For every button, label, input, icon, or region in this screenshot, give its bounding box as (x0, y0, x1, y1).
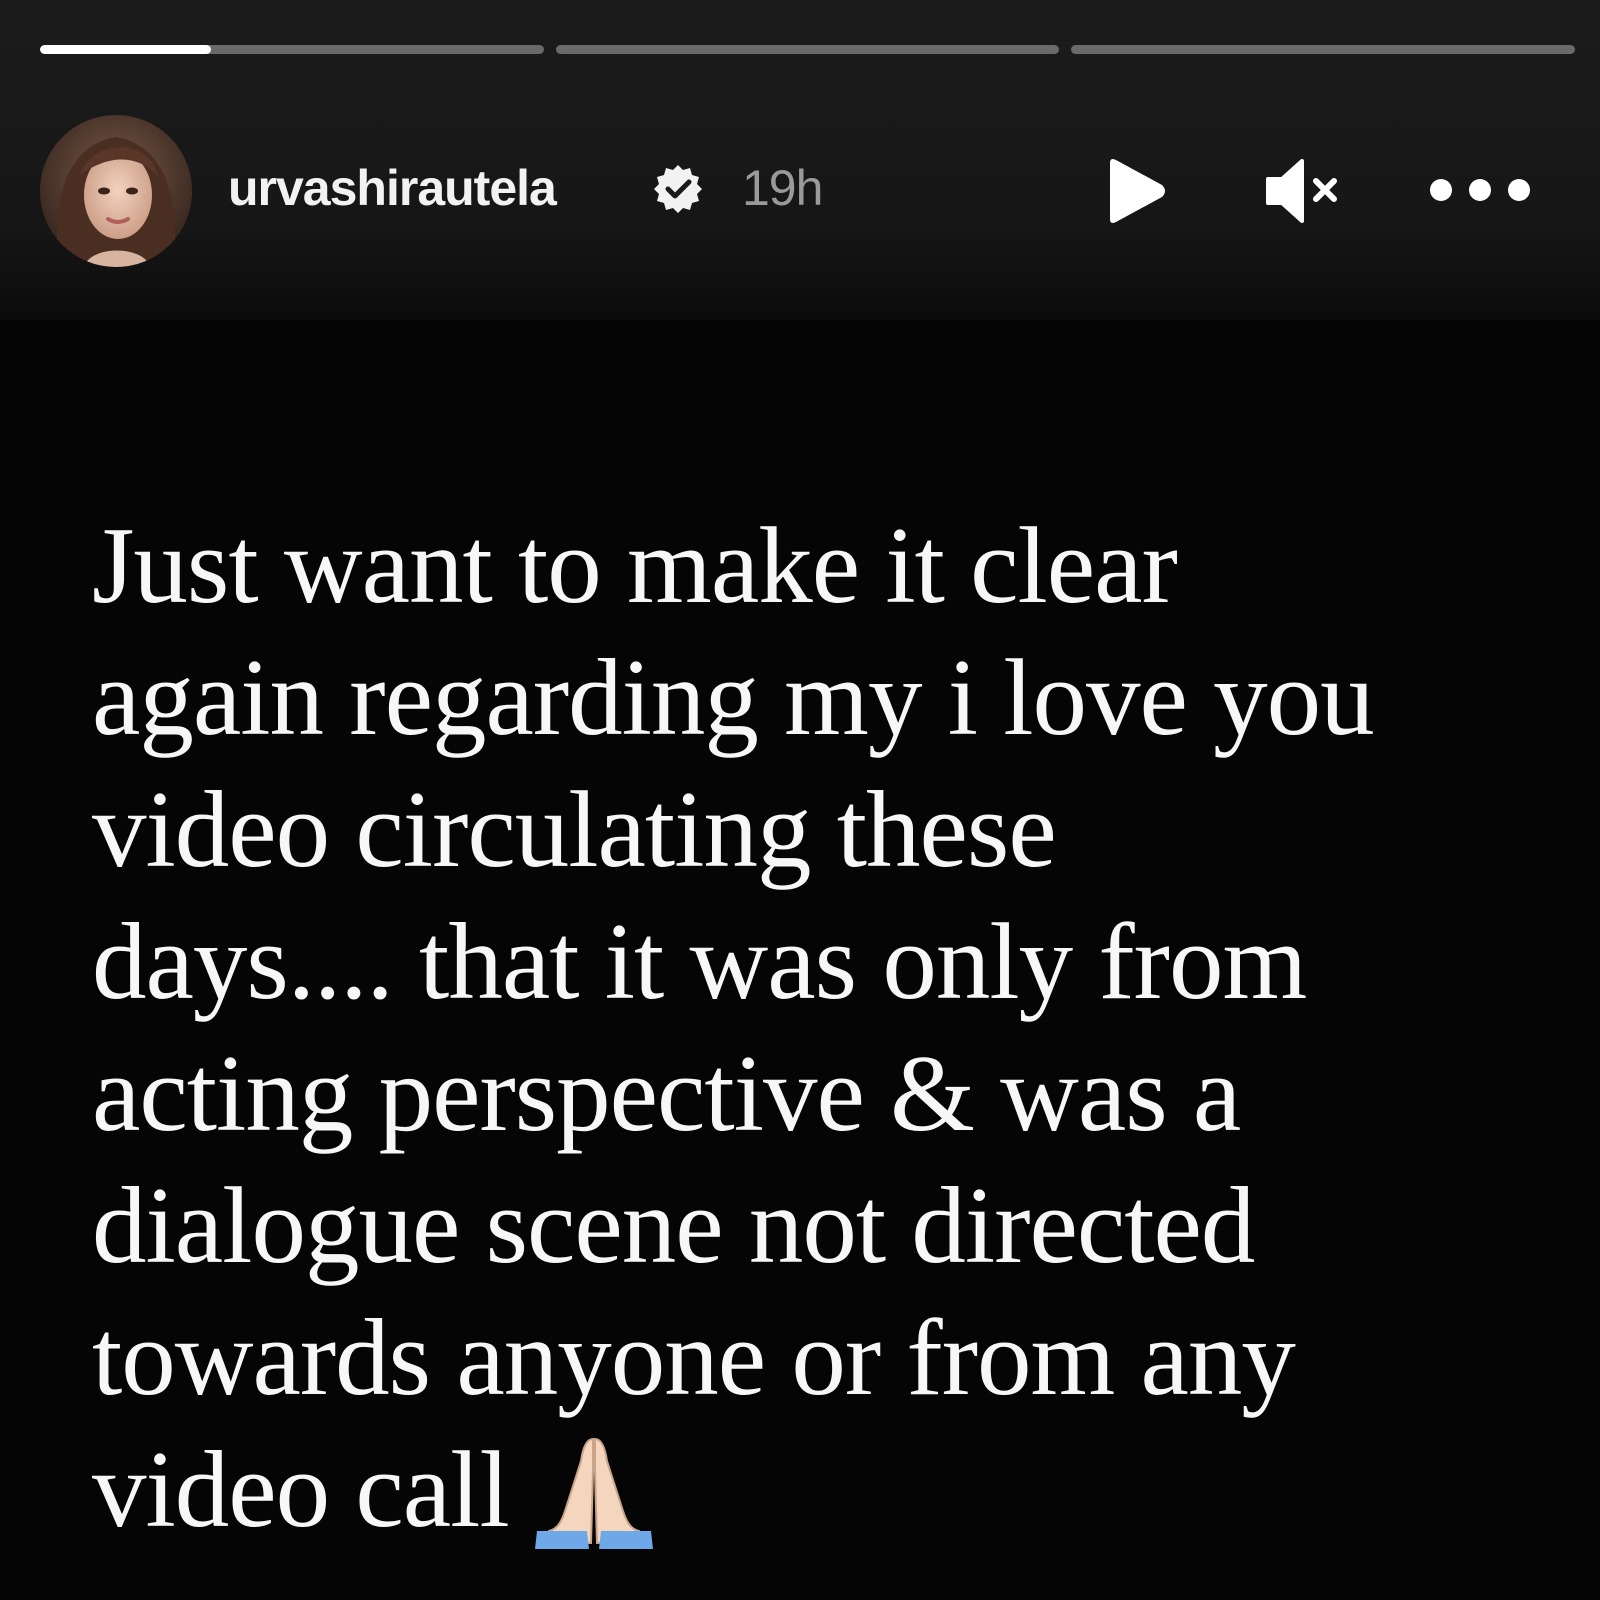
story-progress-bar (40, 45, 1576, 55)
more-options-icon (1430, 179, 1530, 201)
avatar-image (40, 115, 192, 267)
story-caption: Just want to make it clear again regardi… (92, 500, 1552, 1561)
caption-line-text: video call (92, 1429, 510, 1550)
folded-hands-emoji-icon (534, 1437, 653, 1549)
caption-line: video circulating these (92, 769, 1057, 890)
username[interactable]: urvashirautela (228, 158, 557, 218)
profile-avatar[interactable] (40, 115, 192, 267)
play-button[interactable] (1100, 155, 1172, 227)
caption-line: acting perspective & was a (92, 1033, 1241, 1154)
caption-line-last: video call (92, 1424, 1552, 1561)
progress-segment-2 (555, 45, 1060, 54)
mute-button[interactable] (1262, 155, 1346, 227)
progress-segment-3 (1071, 45, 1576, 54)
caption-line: towards anyone or from any (92, 1297, 1296, 1418)
caption-line: Just want to make it clear (92, 505, 1178, 626)
story-viewer: urvashirautela 19h Just want to make it … (0, 0, 1600, 1600)
play-icon (1110, 159, 1165, 223)
post-timestamp: 19h (742, 160, 823, 216)
volume-muted-icon (1266, 159, 1337, 223)
verified-badge-icon (654, 165, 702, 213)
caption-line: again regarding my i love you (92, 637, 1375, 758)
progress-fill-1 (40, 45, 212, 54)
more-options-button[interactable] (1425, 165, 1535, 215)
caption-line: days.... that it was only from (92, 901, 1307, 1022)
caption-line: dialogue scene not directed (92, 1165, 1255, 1286)
progress-segment-1 (40, 45, 544, 54)
